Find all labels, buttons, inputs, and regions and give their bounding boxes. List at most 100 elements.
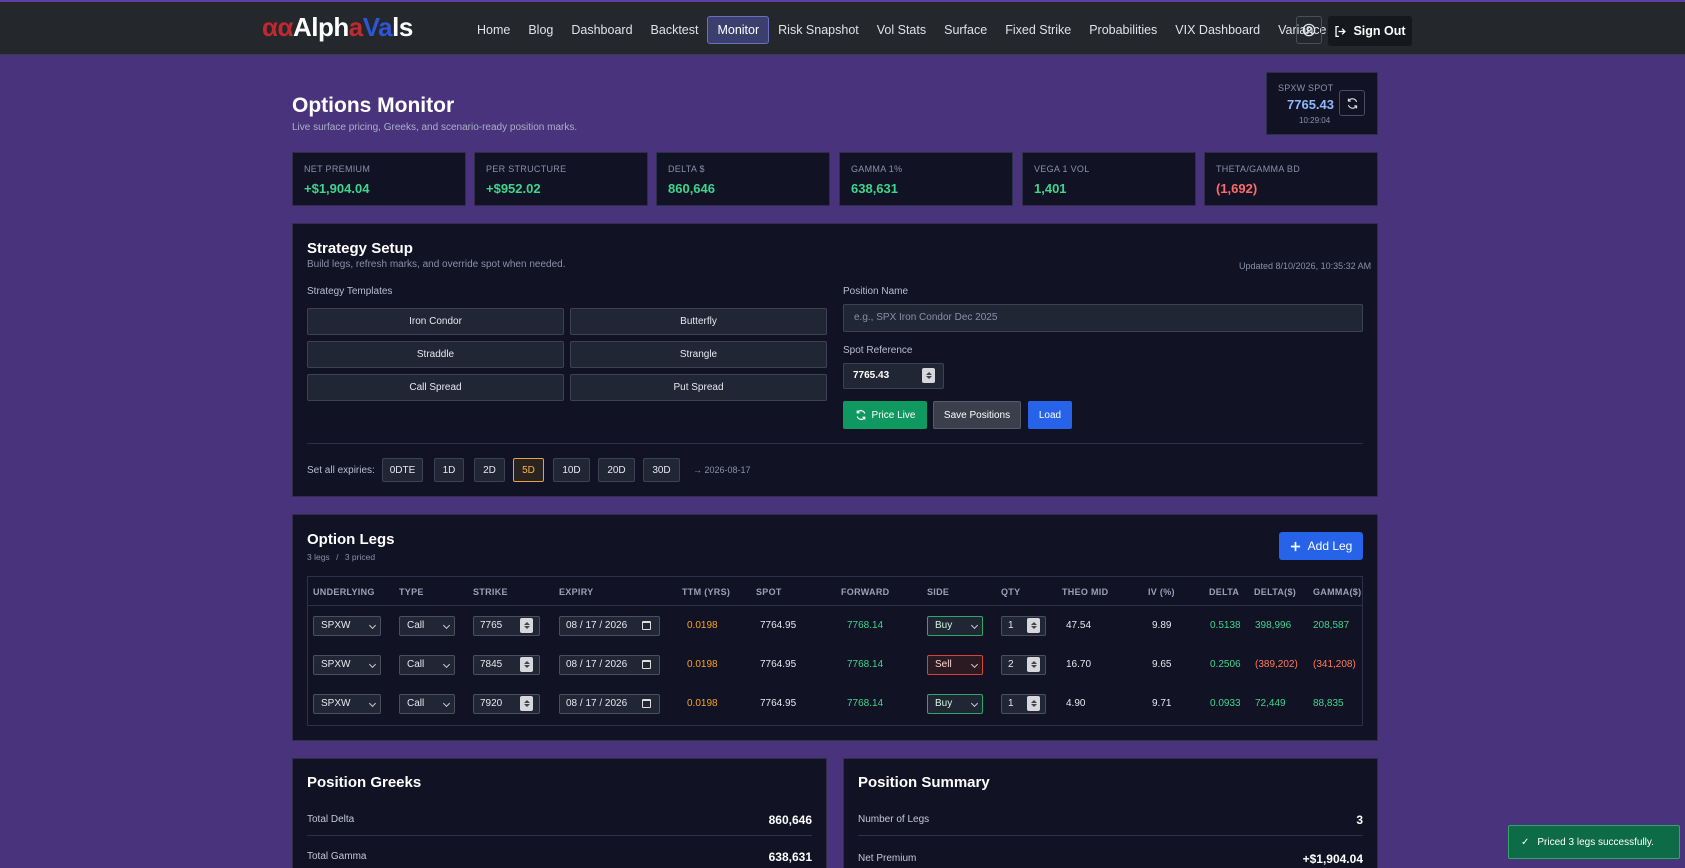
qty-input[interactable]: 1	[1001, 616, 1046, 636]
side-value: Buy	[935, 698, 953, 709]
page-title: Options Monitor	[292, 94, 455, 117]
side-select[interactable]: Buy	[927, 694, 983, 714]
nav-dashboard[interactable]: Dashboard	[562, 16, 641, 44]
metric-net-premium: NET PREMIUM +$1,904.04	[292, 152, 466, 206]
chevron-down-icon	[368, 621, 377, 630]
col-delta-dollar: DELTA($)	[1254, 587, 1297, 597]
expiry-value: 08 / 17 / 2026	[566, 620, 628, 631]
expiry-10d-button[interactable]: 10D	[553, 458, 590, 482]
template-butterfly-button[interactable]: Butterfly	[570, 308, 827, 335]
side-select[interactable]: Buy	[927, 616, 983, 636]
nav-backtest[interactable]: Backtest	[642, 16, 708, 44]
qty-input[interactable]: 1	[1001, 694, 1046, 714]
chevron-down-icon	[970, 699, 979, 708]
nav-vix-dashboard[interactable]: VIX Dashboard	[1166, 16, 1269, 44]
expiry-20d-button[interactable]: 20D	[598, 458, 635, 482]
side-select[interactable]: Sell	[927, 655, 983, 675]
ttm-cell: 0.0198	[687, 620, 718, 631]
underlying-value: SPXW	[321, 698, 351, 709]
legs-count-summary: 3 legs / 3 priced	[307, 552, 375, 562]
nav-risk-snapshot[interactable]: Risk Snapshot	[769, 16, 868, 44]
legs-count-separator: /	[336, 552, 339, 562]
expiry-date-input[interactable]: 08 / 17 / 2026	[559, 694, 660, 714]
metric-delta: DELTA $ 860,646	[656, 152, 830, 206]
underlying-select[interactable]: SPXW	[313, 694, 381, 714]
metric-gamma: GAMMA 1% 638,631	[839, 152, 1013, 206]
chevron-down-icon	[442, 699, 451, 708]
spot-cell: 7764.95	[760, 698, 797, 709]
price-live-button[interactable]: Price Live	[843, 401, 927, 429]
underlying-select[interactable]: SPXW	[313, 655, 381, 675]
template-call-spread-button[interactable]: Call Spread	[307, 374, 564, 401]
template-put-spread-button[interactable]: Put Spread	[570, 374, 827, 401]
expiry-0dte-button[interactable]: 0DTE	[382, 458, 423, 482]
expiry-date-input[interactable]: 08 / 17 / 2026	[559, 616, 660, 636]
theo-mid-cell: 47.54	[1066, 620, 1092, 631]
col-forward: FORWARD	[841, 587, 890, 597]
spot-reference-value: 7765.43	[853, 370, 890, 381]
underlying-select[interactable]: SPXW	[313, 616, 381, 636]
net-premium-label: Net Premium	[858, 853, 917, 864]
qty-stepper[interactable]	[1027, 696, 1040, 711]
sign-out-button[interactable]: Sign Out	[1328, 16, 1412, 46]
type-select[interactable]: Call	[399, 616, 455, 636]
nav-fixed-strike[interactable]: Fixed Strike	[996, 16, 1080, 44]
spot-reference-stepper[interactable]	[922, 368, 935, 383]
template-straddle-button[interactable]: Straddle	[307, 341, 564, 368]
qty-input[interactable]: 2	[1001, 655, 1046, 675]
strategy-title: Strategy Setup	[307, 240, 413, 257]
logo-text-5: ls	[392, 12, 413, 42]
chevron-down-icon	[368, 660, 377, 669]
gamma-dollar-cell: (341,208)	[1313, 659, 1356, 670]
add-leg-button[interactable]: Add Leg	[1279, 532, 1363, 560]
expiry-2d-button[interactable]: 2D	[474, 458, 505, 482]
nav-surface[interactable]: Surface	[935, 16, 996, 44]
template-strangle-button[interactable]: Strangle	[570, 341, 827, 368]
col-strike: STRIKE	[473, 587, 508, 597]
brand-logo[interactable]: ααAlphaVals	[262, 12, 413, 43]
total-delta-label: Total Delta	[307, 814, 355, 825]
position-name-input[interactable]: e.g., SPX Iron Condor Dec 2025	[843, 304, 1363, 332]
refresh-icon	[856, 410, 865, 420]
type-select[interactable]: Call	[399, 655, 455, 675]
sign-out-label: Sign Out	[1353, 24, 1406, 38]
load-button[interactable]: Load	[1028, 401, 1072, 429]
chevron-down-icon	[970, 660, 979, 669]
expiry-5d-button[interactable]: 5D	[513, 458, 544, 482]
strike-input[interactable]: 7920	[473, 694, 540, 714]
qty-stepper[interactable]	[1027, 657, 1040, 672]
expiry-30d-button[interactable]: 30D	[643, 458, 680, 482]
col-delta: DELTA	[1209, 587, 1240, 597]
spot-reference-input[interactable]: 7765.43	[843, 363, 944, 389]
calendar-icon	[642, 621, 651, 630]
forward-cell: 7768.14	[847, 659, 884, 670]
strike-stepper[interactable]	[520, 618, 533, 633]
qty-stepper[interactable]	[1027, 618, 1040, 633]
template-iron-condor-button[interactable]: Iron Condor	[307, 308, 564, 335]
expiry-target-date: → 2026-08-17	[693, 465, 751, 475]
spot-label: SPXW SPOT	[1278, 83, 1334, 93]
nav-home[interactable]: Home	[468, 16, 519, 44]
logo-text-3: V	[362, 12, 379, 42]
gamma-dollar-cell: 208,587	[1313, 620, 1350, 631]
nav-probabilities[interactable]: Probabilities	[1080, 16, 1166, 44]
greeks-divider	[307, 835, 812, 836]
nav-monitor[interactable]: Monitor	[707, 16, 770, 44]
type-select[interactable]: Call	[399, 694, 455, 714]
save-positions-button[interactable]: Save Positions	[933, 401, 1021, 429]
user-profile-button[interactable]	[1296, 16, 1322, 44]
toast-message: Priced 3 legs successfully.	[1537, 836, 1654, 848]
qty-value: 1	[1008, 620, 1014, 631]
delta-cell: 0.0933	[1210, 698, 1241, 709]
col-qty: QTY	[1001, 587, 1021, 597]
col-side: SIDE	[927, 587, 950, 597]
strike-stepper[interactable]	[520, 657, 533, 672]
spot-refresh-button[interactable]	[1339, 90, 1365, 116]
expiry-1d-button[interactable]: 1D	[434, 458, 464, 482]
strike-input[interactable]: 7765	[473, 616, 540, 636]
nav-vol-stats[interactable]: Vol Stats	[868, 16, 935, 44]
nav-blog[interactable]: Blog	[519, 16, 562, 44]
strike-stepper[interactable]	[520, 696, 533, 711]
strike-input[interactable]: 7845	[473, 655, 540, 675]
expiry-date-input[interactable]: 08 / 17 / 2026	[559, 655, 660, 675]
